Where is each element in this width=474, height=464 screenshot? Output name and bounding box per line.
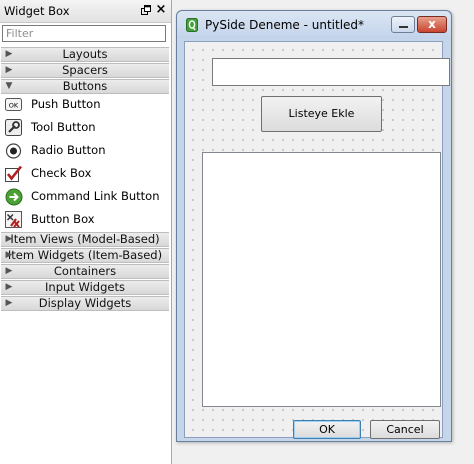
- qt-designer-icon: [186, 18, 198, 32]
- ok-button[interactable]: OK: [293, 420, 361, 439]
- form-canvas[interactable]: Listeye Ekle OK Cancel: [184, 41, 450, 439]
- category-item-views[interactable]: ▶ Item Views (Model-Based): [1, 232, 169, 247]
- category-spacers[interactable]: ▶ Spacers: [1, 63, 169, 78]
- widget-box-title: Widget Box: [4, 4, 70, 18]
- widget-item-label: Push Button: [31, 97, 101, 111]
- widget-item-label: Command Link Button: [31, 189, 160, 203]
- chevron-right-icon: ▶: [5, 250, 13, 260]
- category-buttons[interactable]: ▼ Buttons: [1, 79, 169, 94]
- widget-box-titlebar: Widget Box ×: [0, 0, 171, 23]
- widget-item-tool-button[interactable]: Tool Button: [3, 117, 168, 139]
- minimize-button[interactable]: [391, 16, 415, 33]
- widget-item-label: Button Box: [31, 212, 95, 226]
- category-input-widgets[interactable]: ▶ Input Widgets: [1, 280, 169, 295]
- form-window-titlebar[interactable]: PySide Deneme - untitled* x: [177, 11, 451, 39]
- form-window-title: PySide Deneme - untitled*: [205, 18, 365, 32]
- chevron-down-icon: ▼: [5, 81, 13, 91]
- widget-item-label: Radio Button: [31, 143, 106, 157]
- chevron-right-icon: ▶: [5, 49, 13, 59]
- close-icon[interactable]: ×: [155, 2, 167, 18]
- category-label: Item Widgets (Item-Based): [7, 248, 163, 262]
- push-button-icon: OK: [5, 98, 22, 111]
- button-box-icon: [5, 211, 22, 228]
- list-widget[interactable]: [202, 152, 441, 407]
- category-label: Buttons: [62, 79, 108, 93]
- category-layouts[interactable]: ▶ Layouts: [1, 47, 169, 62]
- chevron-right-icon: ▶: [5, 266, 13, 276]
- category-containers[interactable]: ▶ Containers: [1, 264, 169, 279]
- tool-button-icon: [5, 119, 22, 136]
- widget-item-radio-button[interactable]: Radio Button: [3, 140, 168, 162]
- category-label: Spacers: [62, 63, 108, 77]
- add-to-list-button[interactable]: Listeye Ekle: [261, 96, 382, 132]
- minimize-icon: [399, 26, 408, 28]
- widget-box-panel: Widget Box × ▶ Layouts ▶ Spacers ▼ Butto…: [0, 0, 172, 464]
- category-item-widgets[interactable]: ▶ Item Widgets (Item-Based): [1, 248, 169, 263]
- filter-input[interactable]: [2, 25, 166, 42]
- widget-item-push-button[interactable]: OK Push Button: [3, 94, 168, 116]
- category-label: Display Widgets: [38, 296, 132, 310]
- line-edit[interactable]: [212, 58, 450, 86]
- check-box-icon: [5, 165, 23, 182]
- widget-item-check-box[interactable]: Check Box: [3, 163, 168, 185]
- chevron-right-icon: ▶: [5, 65, 13, 75]
- category-label: Layouts: [62, 47, 108, 61]
- widget-item-label: Check Box: [31, 166, 92, 180]
- chevron-right-icon: ▶: [5, 234, 13, 244]
- category-label: Containers: [53, 264, 117, 278]
- chevron-right-icon: ▶: [5, 282, 13, 292]
- form-window: PySide Deneme - untitled* x Listeye Ekle…: [176, 10, 452, 442]
- close-button[interactable]: x: [417, 16, 447, 33]
- chevron-right-icon: ▶: [5, 298, 13, 308]
- widget-item-button-box[interactable]: Button Box: [3, 209, 168, 231]
- category-label: Input Widgets: [45, 280, 125, 294]
- category-display-widgets[interactable]: ▶ Display Widgets: [1, 296, 169, 311]
- cancel-button[interactable]: Cancel: [370, 420, 440, 439]
- widget-item-label: Tool Button: [31, 120, 96, 134]
- widget-item-command-link-button[interactable]: Command Link Button: [3, 186, 168, 208]
- float-icon[interactable]: [141, 5, 151, 15]
- command-link-icon: [5, 188, 23, 206]
- category-label: Item Views (Model-Based): [10, 232, 160, 246]
- radio-button-icon: [5, 143, 22, 159]
- svg-text:OK: OK: [9, 102, 19, 110]
